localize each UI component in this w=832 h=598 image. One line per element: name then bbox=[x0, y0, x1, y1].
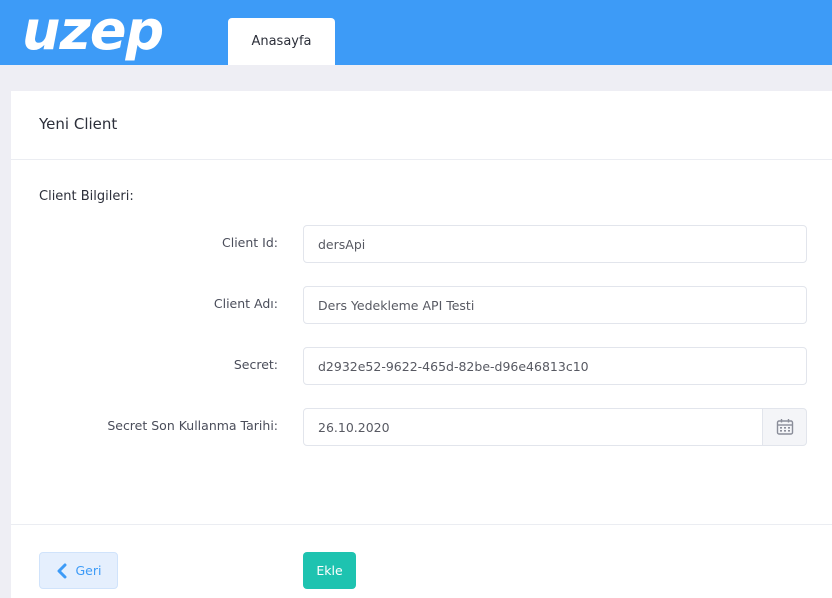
secret-label: Secret: bbox=[233, 357, 278, 372]
back-button-label: Geri bbox=[75, 563, 102, 578]
footer-divider bbox=[11, 524, 832, 525]
secret-expiry-label: Secret Son Kullanma Tarihi: bbox=[107, 418, 278, 433]
page-title: Yeni Client bbox=[39, 115, 118, 133]
client-id-input[interactable] bbox=[303, 225, 807, 263]
chevron-left-icon bbox=[57, 563, 66, 578]
calendar-button[interactable] bbox=[762, 408, 807, 446]
secret-input[interactable] bbox=[303, 347, 807, 385]
client-name-input[interactable] bbox=[303, 286, 807, 324]
new-client-card: Yeni Client Client Bilgileri: Client Id:… bbox=[11, 91, 832, 598]
uzep-logo[interactable]: uzep bbox=[22, 2, 164, 60]
calendar-icon bbox=[776, 419, 793, 435]
back-button[interactable]: Geri bbox=[39, 552, 118, 589]
add-button-label: Ekle bbox=[316, 563, 343, 578]
client-id-label: Client Id: bbox=[222, 235, 278, 250]
section-title: Client Bilgileri: bbox=[39, 189, 134, 204]
secret-expiry-date-input[interactable] bbox=[303, 408, 763, 446]
add-button[interactable]: Ekle bbox=[303, 552, 356, 589]
client-name-label: Client Adı: bbox=[213, 296, 278, 311]
tab-anasayfa[interactable]: Anasayfa bbox=[228, 18, 335, 65]
top-navbar: uzep Anasayfa bbox=[0, 0, 832, 65]
card-header: Yeni Client bbox=[11, 91, 832, 160]
